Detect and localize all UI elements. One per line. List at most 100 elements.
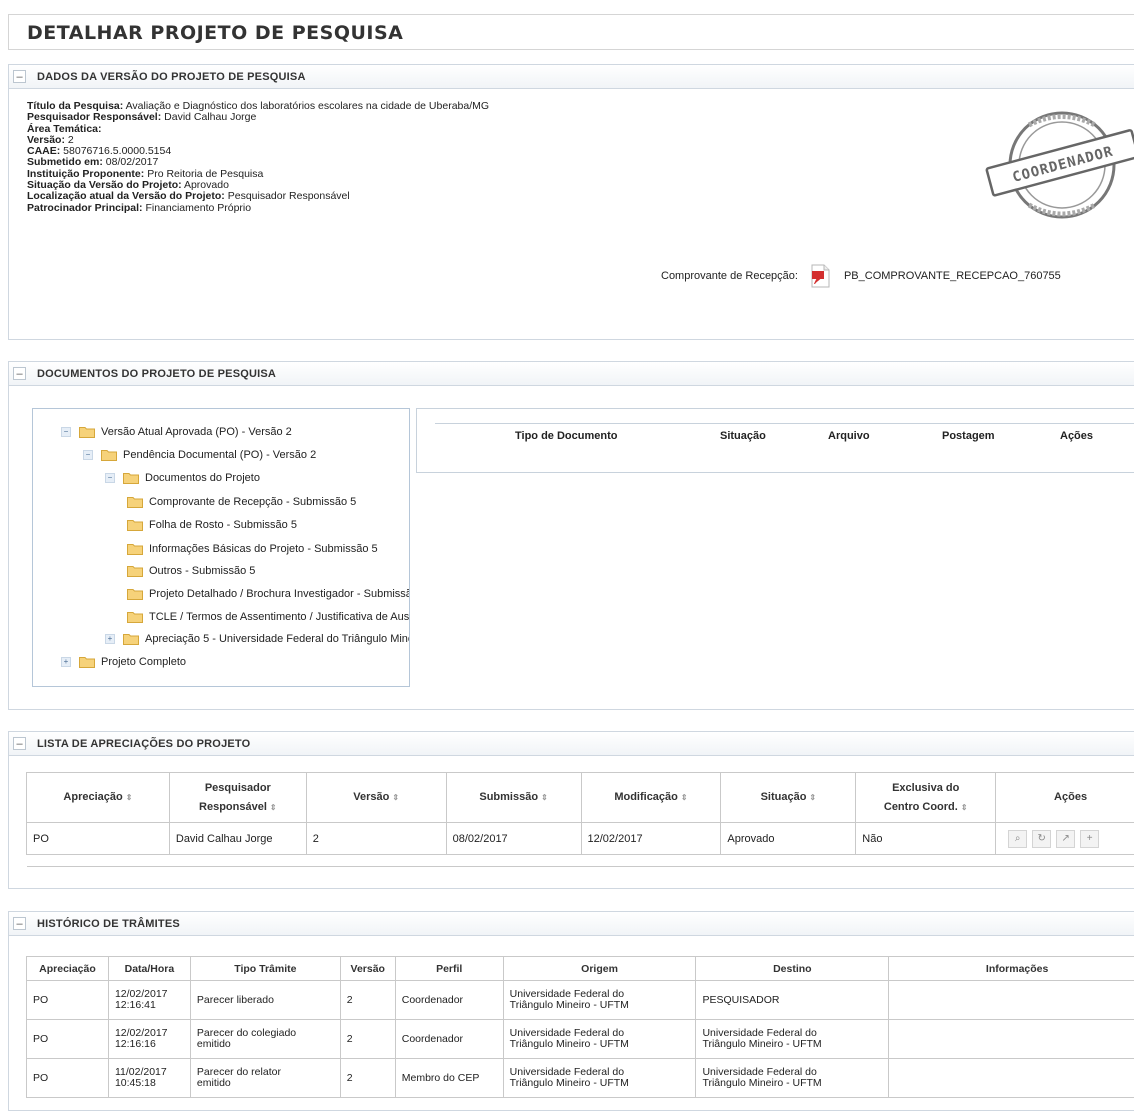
tree-expander-icon[interactable]: −: [83, 450, 93, 460]
plus-icon[interactable]: +: [1080, 830, 1099, 848]
info-label: Submetido em:: [27, 156, 103, 168]
hist-cell-origem: Universidade Federal doTriângulo Mineiro…: [503, 1059, 696, 1098]
collapse-toggle-apreciacoes[interactable]: –: [13, 737, 26, 750]
info-row: Patrocinador Principal: Financiamento Pr…: [27, 203, 489, 214]
table-row: PO12/02/201712:16:16Parecer do colegiado…: [27, 1020, 1134, 1059]
empty-cell: [27, 855, 170, 867]
hist-col-header: Apreciação: [27, 957, 109, 981]
tree-node-label[interactable]: Pendência Documental (PO) - Versão 2: [123, 449, 316, 461]
folder-icon: [101, 449, 117, 461]
tree-node-label[interactable]: TCLE / Termos de Assentimento / Justific…: [149, 611, 410, 623]
tree-node-label[interactable]: Informações Básicas do Projeto - Submiss…: [149, 543, 378, 555]
tree-node-label[interactable]: Projeto Completo: [101, 656, 186, 668]
tree-expander-icon[interactable]: −: [105, 473, 115, 483]
document-tree: − Versão Atual Aprovada (PO) - Versão 2 − P…: [32, 408, 410, 687]
folder-icon: [127, 565, 143, 577]
tree-node-label[interactable]: Versão Atual Aprovada (PO) - Versão 2: [101, 426, 292, 438]
collapse-toggle-dados[interactable]: –: [13, 70, 26, 83]
document-table: Tipo de Documento Situação Arquivo Posta…: [416, 408, 1134, 473]
empty-cell: [721, 855, 856, 867]
apr-cell-submissao: 08/02/2017: [446, 823, 581, 855]
tree-node[interactable]: + Projeto Completo: [61, 653, 186, 671]
folder-icon: [123, 633, 139, 645]
hist-origem-line2: Triângulo Mineiro - UFTM: [510, 1000, 695, 1011]
hist-cell-perfil: Coordenador: [395, 981, 503, 1020]
apr-col-label: Apreciação: [63, 791, 122, 803]
hist-cell-apreciacao: PO: [27, 1020, 109, 1059]
apr-col-header[interactable]: PesquisadorResponsável⇕: [169, 773, 306, 823]
hist-cell-tipo: Parecer do relator emitido: [190, 1059, 340, 1098]
tree-node-label[interactable]: Outros - Submissão 5: [149, 565, 255, 577]
tree-expander-icon[interactable]: −: [61, 427, 71, 437]
tree-node[interactable]: − Pendência Documental (PO) - Versão 2: [83, 446, 316, 464]
tree-node[interactable]: − Versão Atual Aprovada (PO) - Versão 2: [61, 423, 292, 441]
col-postagem[interactable]: Postagem: [942, 430, 995, 442]
apr-col-header[interactable]: Apreciação ⇕: [27, 773, 170, 823]
tree-node[interactable]: Folha de Rosto - Submissão 5: [127, 516, 297, 534]
tree-node[interactable]: Comprovante de Recepção - Submissão 5: [127, 493, 356, 511]
tree-node[interactable]: Projeto Detalhado / Brochura Investigado…: [127, 585, 410, 603]
hist-col-header: Versão: [340, 957, 395, 981]
col-tipo-documento[interactable]: Tipo de Documento: [515, 430, 617, 442]
hist-cell-versao: 2: [340, 1020, 395, 1059]
external-link-icon[interactable]: ↗: [1056, 830, 1075, 848]
collapse-toggle-historico[interactable]: –: [13, 917, 26, 930]
hist-time: 12:16:41: [115, 1000, 189, 1011]
sort-icon[interactable]: ⇕: [270, 803, 277, 812]
empty-cell: [581, 855, 721, 867]
apr-col-header[interactable]: Situação⇕: [721, 773, 856, 823]
tree-node[interactable]: Outros - Submissão 5: [127, 562, 255, 580]
sort-icon[interactable]: ⇕: [961, 803, 968, 812]
tree-node-label[interactable]: Folha de Rosto - Submissão 5: [149, 519, 297, 531]
info-label: Localização atual da Versão do Projeto:: [27, 190, 225, 202]
tree-node-label[interactable]: Comprovante de Recepção - Submissão 5: [149, 496, 356, 508]
apr-col-header[interactable]: Versão⇕: [306, 773, 446, 823]
tree-node[interactable]: TCLE / Termos de Assentimento / Justific…: [127, 608, 410, 626]
panel-header-documentos: – DOCUMENTOS DO PROJETO DE PESQUISA: [9, 362, 1134, 386]
col-arquivo[interactable]: Arquivo: [828, 430, 870, 442]
apr-col-label: Exclusiva do: [892, 782, 959, 794]
hist-cell-destino: Universidade Federal doTriângulo Mineiro…: [696, 1020, 889, 1059]
folder-icon: [123, 472, 139, 484]
table-row: PO12/02/201712:16:41Parecer liberado2Coo…: [27, 981, 1134, 1020]
receipt-label: Comprovante de Recepção:: [661, 270, 798, 282]
pdf-icon[interactable]: [808, 264, 832, 288]
hist-col-header: Data/Hora: [108, 957, 190, 981]
info-value: 2: [68, 134, 74, 146]
tree-node[interactable]: + Apreciação 5 - Universidade Federal do …: [105, 630, 410, 648]
tree-node-label[interactable]: Documentos do Projeto: [145, 472, 260, 484]
apr-col-label: Situação: [761, 791, 807, 803]
tree-node-label[interactable]: Projeto Detalhado / Brochura Investigado…: [149, 588, 410, 600]
apr-col-header: Ações: [996, 773, 1134, 823]
info-value: Avaliação e Diagnóstico dos laboratórios…: [126, 100, 489, 112]
apr-col-header[interactable]: Modificação⇕: [581, 773, 721, 823]
receipt-file-link[interactable]: PB_COMPROVANTE_RECEPCAO_760755: [844, 270, 1061, 282]
sort-icon[interactable]: ⇕: [809, 793, 816, 802]
empty-cell: [996, 855, 1134, 867]
info-value: Pro Reitoria de Pesquisa: [147, 168, 263, 180]
empty-cell: [169, 855, 306, 867]
info-value: 58076716.5.0000.5154: [63, 145, 171, 157]
info-row: Área Temática:: [27, 124, 489, 135]
tree-node[interactable]: Informações Básicas do Projeto - Submiss…: [127, 540, 378, 558]
project-info: Título da Pesquisa: Avaliação e Diagnóst…: [27, 101, 489, 214]
col-situacao[interactable]: Situação: [720, 430, 766, 442]
apr-col-header[interactable]: Submissão⇕: [446, 773, 581, 823]
panel-documentos: – DOCUMENTOS DO PROJETO DE PESQUISA − Ver…: [8, 361, 1134, 710]
tree-expander-icon[interactable]: +: [61, 657, 71, 667]
hist-cell-destino: Universidade Federal doTriângulo Mineiro…: [696, 1059, 889, 1098]
tree-expander-icon[interactable]: +: [105, 634, 115, 644]
tree-node[interactable]: − Documentos do Projeto: [105, 469, 260, 487]
collapse-toggle-documentos[interactable]: –: [13, 367, 26, 380]
tree-node-label[interactable]: Apreciação 5 - Universidade Federal do T…: [145, 633, 410, 645]
hist-destino-line2: Triângulo Mineiro - UFTM: [702, 1078, 887, 1089]
sort-icon[interactable]: ⇕: [392, 793, 399, 802]
sort-icon[interactable]: ⇕: [681, 793, 688, 802]
sort-icon[interactable]: ⇕: [541, 793, 548, 802]
apr-col-header[interactable]: Exclusiva doCentro Coord.⇕: [856, 773, 996, 823]
hist-cell-origem: Universidade Federal doTriângulo Mineiro…: [503, 1020, 696, 1059]
refresh-icon[interactable]: ↻: [1032, 830, 1051, 848]
search-icon[interactable]: ⌕: [1008, 830, 1027, 848]
sort-icon[interactable]: ⇕: [126, 793, 133, 802]
hist-col-header: Destino: [696, 957, 889, 981]
